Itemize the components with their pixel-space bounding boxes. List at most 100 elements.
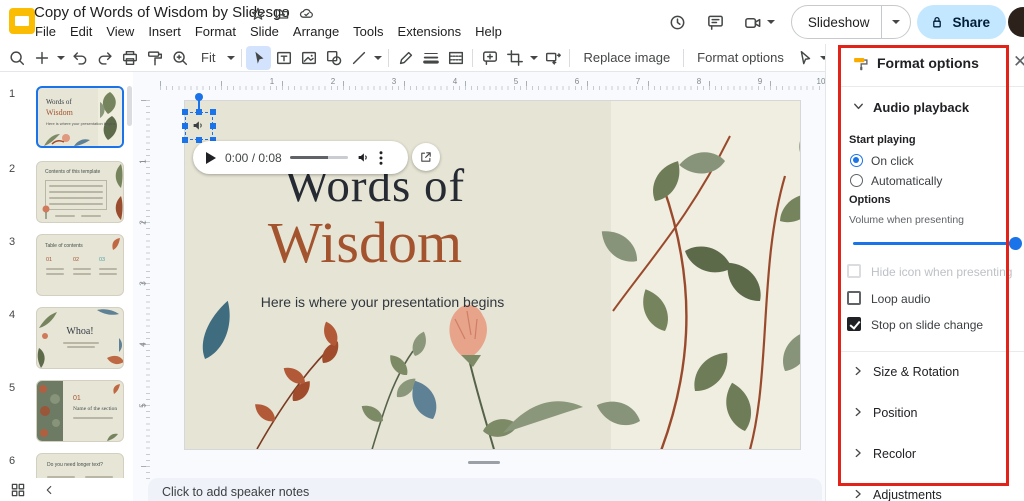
insert-image-button[interactable] <box>296 46 321 70</box>
panel-close-icon[interactable]: ✕ <box>1013 52 1024 72</box>
cloud-status-icon[interactable] <box>298 6 315 22</box>
move-folder-icon[interactable] <box>274 6 290 22</box>
volume-icon[interactable] <box>356 150 371 165</box>
slide-thumbnail-5[interactable]: 01 Name of the section <box>36 380 124 442</box>
new-slide-dropdown[interactable] <box>54 46 67 70</box>
resize-handle[interactable] <box>209 109 216 115</box>
checkbox-stop-on-slide-change[interactable] <box>847 317 861 331</box>
play-icon[interactable] <box>205 151 217 165</box>
select-tool-button[interactable] <box>246 45 272 70</box>
crop-button[interactable] <box>502 46 527 70</box>
menu-insert[interactable]: Insert <box>141 22 188 41</box>
insert-line-caret[interactable] <box>371 46 384 70</box>
slide-title-line2[interactable]: Wisdom <box>185 209 545 276</box>
grid-view-button[interactable] <box>10 482 26 498</box>
slide-subtitle[interactable]: Here is where your presentation begins <box>185 294 580 310</box>
crop-caret[interactable] <box>527 46 540 70</box>
paint-format-button[interactable] <box>142 46 167 70</box>
line-weight-button[interactable] <box>418 46 443 70</box>
slide-thumbnail-1[interactable]: Words of Wisdom Here is where your prese… <box>36 86 124 148</box>
menu-file[interactable]: File <box>28 22 63 41</box>
chevron-right-icon[interactable] <box>851 446 865 460</box>
menu-format[interactable]: Format <box>188 22 243 41</box>
slideshow-dropdown[interactable] <box>881 6 910 38</box>
radio-automatically-label[interactable]: Automatically <box>871 174 942 188</box>
chevron-down-icon[interactable] <box>851 99 866 114</box>
resize-handle[interactable] <box>181 123 188 129</box>
section-adjustments[interactable]: Adjustments <box>873 488 942 501</box>
print-button[interactable] <box>117 46 142 70</box>
version-history-button[interactable] <box>659 3 697 41</box>
slide-thumbnail-2[interactable]: Contents of this template <box>36 161 124 223</box>
chevron-right-icon[interactable] <box>851 364 865 378</box>
slideshow-button[interactable]: Slideshow <box>790 5 912 39</box>
menu-arrange[interactable]: Arrange <box>286 22 346 41</box>
open-in-new-button[interactable] <box>412 143 440 171</box>
audio-player[interactable]: 0:00 / 0:08 <box>193 141 408 174</box>
chevron-right-icon[interactable] <box>851 405 865 419</box>
panel-title: Format options <box>877 55 979 71</box>
zoom-level-caret[interactable] <box>224 46 237 70</box>
account-avatar[interactable] <box>1008 7 1024 37</box>
add-comment-button[interactable] <box>477 46 502 70</box>
collapse-filmstrip-button[interactable] <box>42 483 56 497</box>
search-menus-button[interactable] <box>4 46 29 70</box>
notes-resize-handle[interactable] <box>468 461 500 464</box>
player-progress-bar[interactable] <box>289 156 348 159</box>
chevron-right-icon[interactable] <box>851 487 865 501</box>
filmstrip-scrollbar[interactable] <box>127 86 132 126</box>
zoom-button[interactable] <box>167 46 192 70</box>
redo-button[interactable] <box>92 46 117 70</box>
pointer-mode-button[interactable] <box>793 46 818 70</box>
pen-tool-button[interactable] <box>393 46 418 70</box>
format-options-button[interactable]: Format options <box>688 47 793 68</box>
volume-slider[interactable] <box>853 242 1015 245</box>
player-menu-icon[interactable] <box>379 150 383 165</box>
volume-slider-thumb[interactable] <box>1009 236 1022 250</box>
comments-button[interactable] <box>697 3 735 41</box>
meet-button[interactable] <box>735 3 783 41</box>
menu-slide[interactable]: Slide <box>243 22 286 41</box>
rotation-handle[interactable] <box>194 93 203 101</box>
menu-view[interactable]: View <box>99 22 141 41</box>
section-size-rotation[interactable]: Size & Rotation <box>873 365 959 379</box>
insert-line-button[interactable] <box>346 46 371 70</box>
speaker-notes[interactable]: Click to add speaker notes <box>148 478 822 501</box>
resize-handle[interactable] <box>209 123 216 129</box>
menu-tools[interactable]: Tools <box>346 22 390 41</box>
replace-image-icon-button[interactable] <box>540 46 565 70</box>
checkbox-loop-audio[interactable] <box>847 291 861 305</box>
checkbox-loop-audio-label[interactable]: Loop audio <box>871 292 930 306</box>
zoom-in-icon <box>172 50 187 65</box>
audio-element-selection[interactable] <box>181 109 216 143</box>
resize-handle[interactable] <box>181 109 188 115</box>
slideshow-caret-icon <box>892 20 901 24</box>
star-icon[interactable] <box>250 6 266 22</box>
section-position[interactable]: Position <box>873 406 917 420</box>
section-audio-playback[interactable]: Audio playback <box>873 100 969 115</box>
section-recolor[interactable]: Recolor <box>873 447 916 461</box>
slide-thumbnail-3[interactable]: Table of contents 01 02 03 <box>36 234 124 296</box>
new-slide-button[interactable] <box>29 46 54 70</box>
zoom-level-select[interactable]: Fit <box>192 47 224 68</box>
radio-on-click-label[interactable]: On click <box>871 154 914 168</box>
slide-thumbnail-4[interactable]: Whoa! <box>36 307 124 369</box>
text-box-button[interactable] <box>271 46 296 70</box>
radio-on-click[interactable] <box>850 154 863 167</box>
image-icon <box>301 51 316 64</box>
undo-button[interactable] <box>67 46 92 70</box>
menu-extensions[interactable]: Extensions <box>391 22 469 41</box>
replace-image-button[interactable]: Replace image <box>574 47 679 68</box>
checkbox-stop-on-slide-change-label[interactable]: Stop on slide change <box>871 318 983 332</box>
menu-help[interactable]: Help <box>468 22 509 41</box>
thumb-subtitle: Here is where your presentation begins <box>46 121 116 126</box>
share-button[interactable]: Share <box>917 5 1006 39</box>
horizontal-ruler: 1 2 3 4 5 6 7 8 9 10 <box>160 76 825 90</box>
cursor-icon <box>255 51 264 64</box>
radio-automatically[interactable] <box>850 174 863 187</box>
resize-handle[interactable] <box>195 109 202 115</box>
menu-edit[interactable]: Edit <box>63 22 99 41</box>
resize-handle[interactable] <box>181 137 188 143</box>
insert-shape-button[interactable] <box>321 46 346 70</box>
border-style-button[interactable] <box>443 46 468 70</box>
